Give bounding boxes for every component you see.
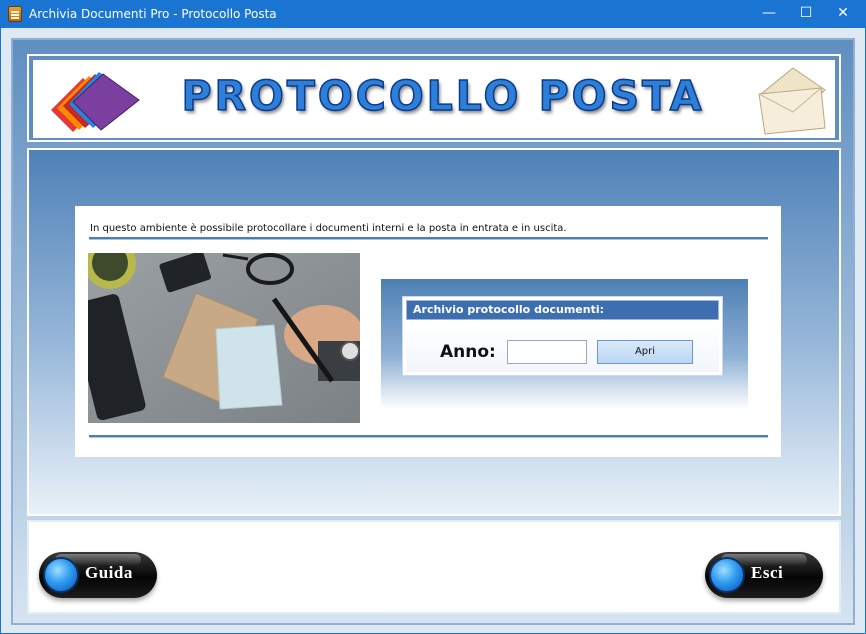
exit-button-label: Esci (751, 563, 784, 582)
close-button[interactable]: ✕ (820, 0, 866, 28)
window-title: Archivia Documenti Pro - Protocollo Post… (29, 7, 277, 21)
archive-box: Archivio protocollo documenti: Anno: Apr… (381, 279, 748, 409)
divider-top (89, 237, 768, 240)
divider-bottom (89, 435, 768, 438)
open-button[interactable]: Apri (597, 340, 693, 364)
help-button-label: Guida (85, 563, 133, 582)
window-titlebar: Archivia Documenti Pro - Protocollo Post… (0, 0, 866, 28)
app-icon (8, 6, 22, 22)
blue-orb-icon (709, 557, 745, 593)
desk-photo (88, 253, 360, 423)
colored-papers-icon (51, 72, 140, 132)
archive-panel: Archivio protocollo documenti: Anno: Apr… (403, 297, 722, 375)
header-banner: PROTOCOLLO POSTA (27, 54, 841, 142)
content-section: In questo ambiente è possibile protocoll… (27, 148, 841, 516)
help-button[interactable]: Guida (39, 552, 157, 598)
intro-text: In questo ambiente è possibile protocoll… (90, 223, 567, 234)
page-title: PROTOCOLLO POSTA (181, 71, 705, 121)
year-input[interactable] (507, 340, 587, 364)
exit-button[interactable]: Esci (705, 552, 823, 598)
archive-header: Archivio protocollo documenti: (406, 300, 719, 320)
header-banner-inner: PROTOCOLLO POSTA (33, 60, 835, 138)
window-content: PROTOCOLLO POSTA In questo ambiente è po… (1, 28, 865, 633)
main-panel: PROTOCOLLO POSTA In questo ambiente è po… (11, 38, 855, 625)
blue-orb-icon (43, 557, 79, 593)
desk-photo-image (88, 253, 360, 423)
window-frame: PROTOCOLLO POSTA In questo ambiente è po… (0, 28, 866, 634)
content-card: In questo ambiente è possibile protocoll… (75, 206, 781, 457)
envelope-icon (758, 67, 826, 135)
archive-body: Anno: Apri (406, 322, 719, 372)
footer-section: Guida Esci (27, 520, 841, 614)
year-label: Anno: (440, 342, 496, 362)
